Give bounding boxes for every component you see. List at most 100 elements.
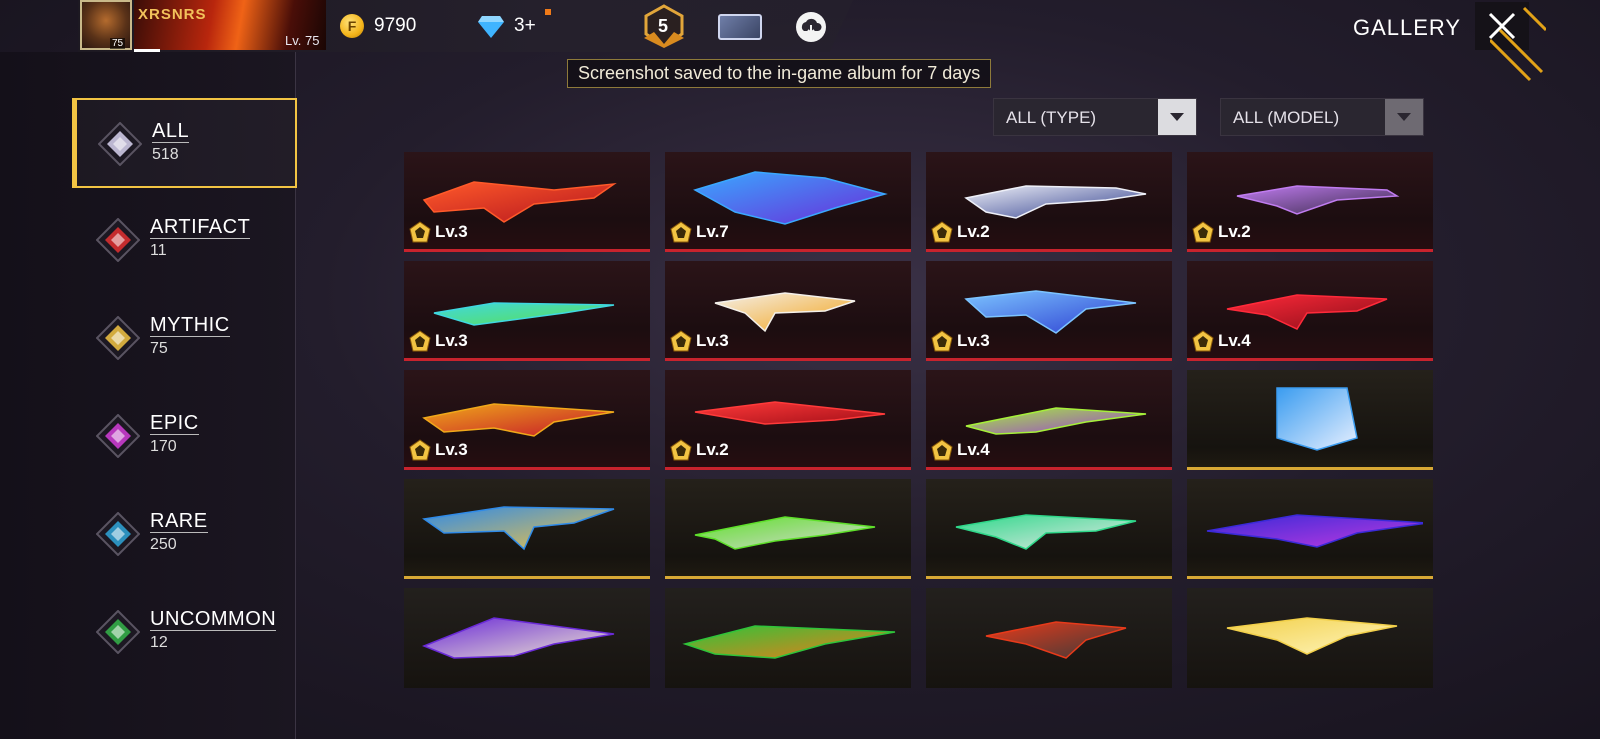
weapon-skin-image [421, 617, 615, 659]
weapon-skin-tile[interactable] [404, 479, 650, 579]
weapon-skin-image [1206, 514, 1423, 548]
model-filter-value: ALL (MODEL) [1233, 108, 1340, 127]
gold-amount: 9790 [374, 15, 417, 36]
weapon-skin-tile[interactable] [665, 588, 911, 688]
diamond-amount[interactable]: 3+ [514, 15, 536, 37]
category-count: 12 [150, 634, 168, 651]
rarity-gem-icon [96, 316, 140, 360]
weapon-skin-image [955, 514, 1137, 550]
level-badge: Lv.2 [1191, 220, 1251, 244]
level-text: Lv.2 [957, 222, 990, 241]
weapon-skin-tile[interactable]: Lv.3 [926, 261, 1172, 361]
upgrade-crest-icon [931, 330, 953, 352]
avatar-level: 75 [110, 38, 126, 49]
level-badge: Lv.4 [930, 438, 990, 462]
level-badge: Lv.3 [930, 329, 990, 353]
category-rare[interactable]: RARE 250 [72, 490, 297, 580]
rarity-gem-icon [96, 512, 140, 556]
type-filter-dropdown[interactable]: ALL (TYPE) [993, 98, 1197, 136]
level-text: Lv.3 [435, 440, 468, 459]
weapon-skin-tile[interactable]: Lv.3 [404, 370, 650, 470]
level-text: Lv.4 [957, 440, 990, 459]
weapon-skin-image [1276, 387, 1358, 451]
level-badge: Lv.3 [408, 329, 468, 353]
weapon-skin-tile[interactable]: Lv.3 [404, 152, 650, 252]
category-epic[interactable]: EPIC 170 [72, 392, 297, 482]
category-count: 250 [150, 536, 177, 553]
rank-number: 5 [658, 16, 669, 36]
level-badge: Lv.3 [408, 220, 468, 244]
toast-message: Screenshot saved to the in-game album fo… [567, 59, 992, 88]
level-text: Lv.3 [435, 222, 468, 241]
upgrade-crest-icon [409, 439, 431, 461]
cloud-download-icon[interactable] [796, 12, 826, 42]
gold-coin-icon: F [340, 14, 364, 38]
weapon-skin-image [985, 621, 1127, 659]
model-filter-dropdown[interactable]: ALL (MODEL) [1220, 98, 1424, 136]
upgrade-crest-icon [1192, 221, 1214, 243]
rarity-gem-icon [96, 610, 140, 654]
weapon-skin-tile[interactable] [665, 479, 911, 579]
category-label: MYTHIC [150, 314, 230, 337]
level-badge: Lv.2 [669, 438, 729, 462]
category-mythic[interactable]: MYTHIC 75 [72, 294, 297, 384]
weapon-skin-tile[interactable]: Lv.2 [665, 370, 911, 470]
weapon-skin-tile[interactable] [1187, 479, 1433, 579]
chevron-down-icon[interactable] [1385, 99, 1423, 135]
upgrade-crest-icon [409, 221, 431, 243]
level-text: Lv.2 [696, 440, 729, 459]
category-label: ARTIFACT [150, 216, 251, 239]
weapon-skin-tile[interactable]: Lv.4 [1187, 261, 1433, 361]
gallery-grid: Lv.3 Lv.7 Lv.2 Lv.2 Lv.3 Lv.3 Lv.3 Lv.4 Lv.3 Lv.2… [404, 152, 1436, 688]
category-uncommon[interactable]: UNCOMMON 12 [72, 588, 297, 678]
weapon-skin-image [422, 506, 615, 551]
weapon-skin-tile[interactable]: Lv.4 [926, 370, 1172, 470]
rarity-gem-icon [98, 122, 142, 166]
category-count: 11 [150, 242, 167, 259]
weapon-skin-image [694, 516, 876, 550]
upgrade-crest-icon [931, 439, 953, 461]
upgrade-crest-icon [931, 221, 953, 243]
weapon-skin-tile[interactable] [404, 588, 650, 688]
weapon-skin-tile[interactable] [1187, 370, 1433, 470]
category-label: UNCOMMON [150, 608, 277, 631]
upgrade-crest-icon [670, 330, 692, 352]
category-all[interactable]: ALL 518 [72, 98, 297, 188]
rarity-gem-icon [96, 218, 140, 262]
level-badge: Lv.3 [669, 329, 729, 353]
category-label: EPIC [150, 412, 199, 435]
weapon-skin-tile[interactable]: Lv.3 [404, 261, 650, 361]
level-badge: Lv.4 [1191, 329, 1251, 353]
page-title: GALLERY [1353, 15, 1462, 40]
weapon-skin-tile[interactable] [1187, 588, 1433, 688]
upgrade-crest-icon [670, 221, 692, 243]
level-badge: Lv.3 [408, 438, 468, 462]
level-badge: Lv.2 [930, 220, 990, 244]
category-artifact[interactable]: ARTIFACT 11 [72, 196, 297, 286]
level-text: Lv.3 [435, 331, 468, 350]
type-filter-value: ALL (TYPE) [1006, 108, 1097, 127]
diamond-icon [478, 16, 504, 38]
weapon-skin-tile[interactable]: Lv.2 [1187, 152, 1433, 252]
upgrade-crest-icon [1192, 330, 1214, 352]
weapon-skin-tile[interactable]: Lv.2 [926, 152, 1172, 252]
level-badge: Lv.7 [669, 220, 729, 244]
player-level: Lv. 75 [285, 33, 320, 48]
rarity-gem-icon [96, 414, 140, 458]
weapon-skin-image [682, 625, 896, 659]
weapon-skin-tile[interactable] [926, 479, 1172, 579]
upgrade-crest-icon [670, 439, 692, 461]
category-count: 518 [152, 146, 179, 163]
corner-decoration [1490, 6, 1546, 82]
upgrade-crest-icon [409, 330, 431, 352]
chevron-down-icon[interactable] [1158, 99, 1196, 135]
category-label: ALL [152, 120, 190, 143]
weapon-skin-tile[interactable]: Lv.7 [665, 152, 911, 252]
level-text: Lv.2 [1218, 222, 1251, 241]
player-name: XRSNRS [138, 6, 207, 23]
level-text: Lv.3 [957, 331, 990, 350]
weapon-skin-tile[interactable]: Lv.3 [665, 261, 911, 361]
membership-card-icon[interactable] [718, 14, 762, 40]
weapon-skin-tile[interactable] [926, 588, 1172, 688]
level-text: Lv.3 [696, 331, 729, 350]
